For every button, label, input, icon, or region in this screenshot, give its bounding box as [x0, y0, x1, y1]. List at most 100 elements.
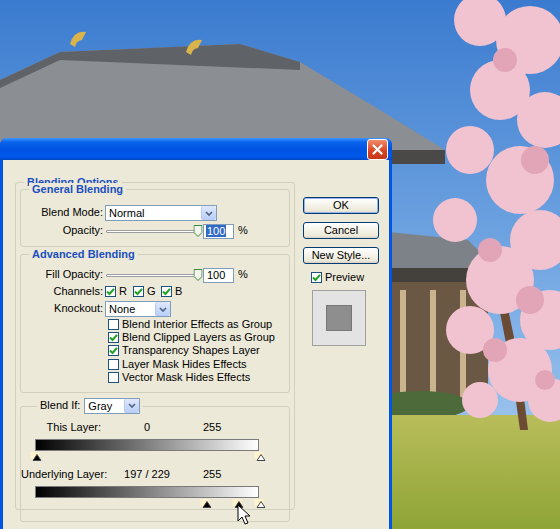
down-arrow-icon [159, 307, 167, 312]
channel-checkbox[interactable] [105, 286, 116, 297]
down-arrow-icon [128, 403, 136, 408]
opacity-input[interactable]: 100 [203, 224, 234, 239]
blend-if-group: Blend If:GrayThis Layer:0255Underlying L… [20, 406, 290, 522]
blend-if-select[interactable]: Gray [84, 398, 140, 414]
slider-track [106, 230, 198, 233]
channel-label[interactable]: R [119, 285, 127, 298]
option-row[interactable]: Blend Interior Effects as Group [21, 318, 289, 331]
preview-square [326, 305, 352, 331]
option-label[interactable]: Blend Interior Effects as Group [122, 318, 272, 331]
unit-label: % [238, 268, 248, 281]
high-value: 255 [193, 421, 221, 434]
check-icon [109, 333, 118, 342]
check-icon [162, 287, 171, 296]
group-title: General Blending [29, 183, 126, 196]
slider-thumb-icon [194, 269, 203, 281]
check-icon [106, 287, 115, 296]
field-label: Channels: [21, 285, 105, 298]
blend-if-header: Blend If: Gray [37, 398, 143, 414]
general-blending-group: General BlendingBlend Mode:NormalOpacity… [20, 189, 290, 247]
option-label[interactable]: Transparency Shapes Layer [122, 344, 260, 357]
option-checkbox[interactable] [108, 345, 119, 356]
option-row[interactable]: Vector Mask Hides Effects [21, 371, 289, 384]
blend-mode-row: Blend Mode:Normal [21, 204, 289, 222]
option-checkbox[interactable] [108, 332, 119, 343]
blending-options-group: Blending OptionsGeneral BlendingBlend Mo… [15, 182, 295, 510]
value-text: 100 [206, 225, 226, 237]
field-label: Knockout: [21, 302, 105, 315]
field-label: Fill Opacity: [21, 268, 105, 281]
dropdown-button[interactable] [124, 399, 139, 413]
title-bar[interactable] [0, 138, 392, 160]
blend-mode-select[interactable]: Normal [105, 205, 217, 221]
slider-thumb[interactable] [194, 225, 203, 237]
marker-track[interactable] [35, 498, 259, 507]
group-title: Advanced Blending [29, 248, 138, 261]
marker-track[interactable] [35, 451, 259, 460]
preview-label[interactable]: Preview [325, 271, 364, 284]
dropdown-button[interactable] [201, 206, 216, 220]
triangle-marker-icon [203, 501, 212, 508]
range-marker[interactable] [232, 499, 241, 506]
check-icon [312, 273, 321, 282]
channel-option[interactable]: R [105, 285, 133, 298]
channels-row: Channels: R G B [21, 283, 289, 300]
field-label: Blend Mode: [21, 206, 105, 219]
value-text: 100 [206, 269, 226, 281]
channel-checkbox[interactable] [161, 286, 172, 297]
select-value: Normal [106, 206, 201, 220]
layer-values-row: Underlying Layer:197 / 229255 [21, 468, 289, 482]
triangle-marker-icon [257, 501, 266, 508]
opacity-row: Opacity:100% [21, 222, 289, 240]
channel-checkbox[interactable] [133, 286, 144, 297]
layer-label: Underlying Layer: [21, 468, 101, 481]
option-row[interactable]: Layer Mask Hides Effects [21, 358, 289, 371]
layer-label: This Layer: [21, 421, 101, 434]
triangle-marker-icon [257, 454, 266, 461]
down-arrow-icon [205, 211, 213, 216]
preview-checkbox[interactable] [311, 272, 322, 283]
unit-label: % [238, 224, 248, 237]
channel-option[interactable]: G [133, 285, 161, 298]
channel-option[interactable]: B [161, 285, 189, 298]
option-label[interactable]: Blend Clipped Layers as Group [122, 331, 275, 344]
option-row[interactable]: Transparency Shapes Layer [21, 344, 289, 357]
knockout-select[interactable]: None [105, 301, 171, 317]
check-icon [134, 287, 143, 296]
slider-thumb-icon [194, 225, 203, 237]
dialog-button[interactable]: New Style... [303, 247, 379, 264]
option-row[interactable]: Blend Clipped Layers as Group [21, 331, 289, 344]
slider-thumb[interactable] [194, 269, 203, 281]
channel-label[interactable]: B [175, 285, 182, 298]
slider-track [106, 274, 198, 277]
blending-options-dialog: Blending OptionsGeneral BlendingBlend Mo… [0, 138, 392, 529]
dialog-button[interactable]: OK [303, 197, 379, 214]
option-checkbox[interactable] [108, 359, 119, 370]
action-panel: OK Cancel New Style... Preview [303, 182, 379, 510]
dialog-button[interactable]: Cancel [303, 222, 379, 239]
option-checkbox[interactable] [108, 319, 119, 330]
fill-opacity-input[interactable]: 100 [203, 268, 234, 283]
option-checkbox[interactable] [108, 372, 119, 383]
fill-opacity-slider[interactable] [106, 268, 198, 282]
check-icon [109, 346, 118, 355]
layer-values-row: This Layer:0255 [21, 421, 289, 435]
select-value: Gray [85, 399, 124, 413]
preview-option[interactable]: Preview [311, 271, 379, 284]
channel-label[interactable]: G [147, 285, 156, 298]
opacity-slider[interactable] [106, 224, 198, 238]
options-panel: Blending OptionsGeneral BlendingBlend Mo… [15, 182, 295, 510]
close-button[interactable] [367, 139, 388, 160]
triangle-marker-icon [33, 454, 42, 461]
knockout-row: Knockout:None [21, 300, 289, 318]
range-marker[interactable] [31, 452, 40, 459]
low-value: 197 / 229 [101, 468, 193, 481]
option-label[interactable]: Layer Mask Hides Effects [122, 358, 247, 371]
range-marker[interactable] [255, 452, 264, 459]
blend-if-label: Blend If: [40, 399, 80, 412]
range-marker[interactable] [201, 499, 210, 506]
gradient-bar [35, 439, 259, 451]
option-label[interactable]: Vector Mask Hides Effects [122, 371, 250, 384]
dropdown-button[interactable] [155, 302, 170, 316]
range-marker[interactable] [255, 499, 264, 506]
